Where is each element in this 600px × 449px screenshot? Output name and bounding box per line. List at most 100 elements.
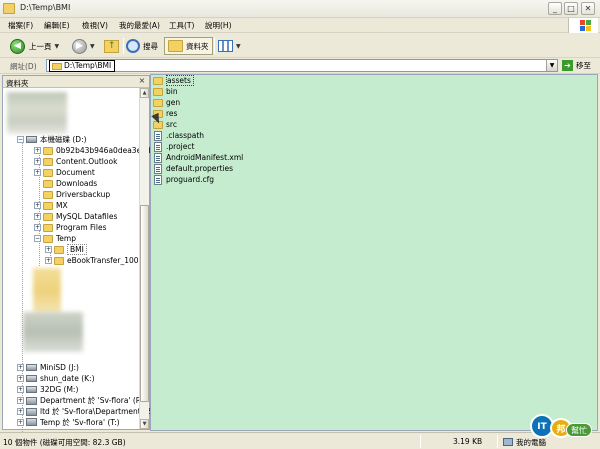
- address-text: D:\Temp\BMI: [64, 61, 112, 70]
- file-item[interactable]: default.properties: [153, 163, 233, 174]
- back-label: 上一頁: [29, 41, 52, 51]
- tree-node-drive[interactable]: + 32DG (M:): [17, 384, 78, 395]
- go-arrow-icon: ➔: [562, 60, 573, 71]
- drive-icon: [26, 375, 37, 382]
- title-bar[interactable]: D:\Temp\BMI _ □ ✕: [0, 0, 600, 18]
- expand-icon[interactable]: +: [34, 158, 41, 165]
- collapse-icon[interactable]: −: [17, 136, 24, 143]
- vertical-scrollbar[interactable]: ▲ ▼: [139, 88, 149, 429]
- network-drive-icon: [26, 418, 37, 426]
- file-item[interactable]: AndroidManifest.xml: [153, 152, 243, 163]
- tree-node-label: Document: [56, 168, 95, 177]
- tree-node-network-drive[interactable]: + ltd 於 'Sv-flora\Department' (S:): [17, 406, 158, 417]
- maximize-button[interactable]: □: [564, 2, 578, 15]
- file-item[interactable]: proguard.cfg: [153, 174, 214, 185]
- back-button[interactable]: ◀ 上一頁 ▼: [10, 37, 59, 55]
- menu-edit[interactable]: 編輯(E): [44, 20, 70, 31]
- folder-icon: [153, 98, 163, 107]
- tree-node-folder[interactable]: + Document: [34, 167, 95, 178]
- forward-button[interactable]: ▶ ▼: [72, 37, 95, 55]
- search-button[interactable]: 搜尋: [126, 37, 158, 55]
- close-button[interactable]: ✕: [581, 2, 595, 15]
- tree-node-drive[interactable]: + shun_date (K:): [17, 373, 95, 384]
- tree-node-folder[interactable]: + Content.Outlook: [34, 156, 117, 167]
- expand-icon[interactable]: +: [17, 418, 24, 426]
- expand-icon[interactable]: +: [34, 224, 41, 231]
- tree-node-label: 本機磁碟 (D:): [40, 135, 87, 144]
- tree-node-label-selected: BMI: [67, 244, 87, 255]
- expand-icon[interactable]: +: [34, 169, 41, 176]
- menu-tools[interactable]: 工具(T): [169, 20, 194, 31]
- file-item-folder[interactable]: gen: [153, 97, 180, 108]
- menu-file[interactable]: 檔案(F): [8, 20, 33, 31]
- network-drive-icon: [26, 407, 37, 416]
- search-label: 搜尋: [143, 41, 158, 51]
- computer-icon: [503, 438, 513, 446]
- tree-node-label: MX: [56, 201, 68, 210]
- folder-icon: [43, 223, 53, 232]
- tree-node-folder[interactable]: Downloads: [43, 178, 97, 189]
- chevron-down-icon[interactable]: ▼: [546, 60, 557, 71]
- folder-icon: [43, 190, 53, 199]
- expand-icon[interactable]: +: [45, 246, 52, 253]
- address-input[interactable]: D:\Temp\BMI ▼: [46, 59, 558, 72]
- tree-node-folder[interactable]: + MX: [34, 200, 68, 211]
- menu-view[interactable]: 檢視(V): [82, 20, 108, 31]
- status-bar: 10 個物件 (磁碟可用空間: 82.3 GB) 3.19 KB 我的電腦: [0, 432, 600, 449]
- folder-icon: [3, 3, 15, 14]
- folders-button[interactable]: 資料夾: [164, 37, 213, 55]
- expand-icon[interactable]: +: [17, 386, 24, 393]
- minimize-button[interactable]: _: [548, 2, 562, 15]
- tree-node-network-drive[interactable]: + Temp 於 'Sv-flora' (T:): [17, 417, 120, 427]
- scroll-up-icon[interactable]: ▲: [140, 88, 149, 98]
- chevron-down-icon[interactable]: ▼: [55, 43, 60, 50]
- tree-node-folder[interactable]: + eBookTransfer_1000: [45, 255, 143, 266]
- views-icon: [218, 40, 233, 52]
- go-label: 移至: [576, 61, 591, 70]
- folder-icon: [153, 76, 163, 85]
- tree-node-network-drive[interactable]: + Department 於 'Sv-flora' (R:): [17, 395, 146, 406]
- expand-icon[interactable]: +: [34, 202, 41, 209]
- document-icon: [154, 141, 162, 152]
- chevron-down-icon[interactable]: ▼: [236, 43, 241, 50]
- tree-node-folder-bmi[interactable]: + BMI: [45, 244, 87, 255]
- logo-help: 幫忙: [566, 423, 592, 437]
- expand-icon[interactable]: +: [17, 375, 24, 382]
- up-folder-button[interactable]: ↑: [104, 37, 119, 55]
- tree-node-folder[interactable]: + MySQL Datafiles: [34, 211, 117, 222]
- views-button[interactable]: ▼: [218, 37, 241, 55]
- file-name: res: [166, 109, 178, 118]
- expand-icon[interactable]: +: [34, 213, 41, 220]
- collapse-icon[interactable]: −: [34, 235, 41, 242]
- tree-node-folder[interactable]: + Program Files: [34, 222, 107, 233]
- tree-node-folder[interactable]: Driversbackup: [43, 189, 110, 200]
- menu-help[interactable]: 說明(H): [205, 20, 232, 31]
- expand-icon[interactable]: +: [17, 408, 24, 415]
- expand-icon[interactable]: +: [34, 147, 41, 154]
- menu-favorites[interactable]: 我的最愛(A): [119, 20, 160, 31]
- go-button[interactable]: ➔ 移至: [562, 60, 591, 71]
- file-item-folder[interactable]: assets: [153, 75, 194, 86]
- tree-node-folder-temp[interactable]: − Temp: [34, 233, 76, 244]
- drive-icon: [26, 386, 37, 393]
- chevron-down-icon[interactable]: ▼: [90, 43, 95, 50]
- expand-icon[interactable]: +: [17, 364, 24, 371]
- tree-node-drive[interactable]: + MiniSD (J:): [17, 362, 79, 373]
- drive-icon: [26, 136, 37, 143]
- close-icon[interactable]: ×: [137, 77, 147, 86]
- tree-node-drive-d[interactable]: − 本機磁碟 (D:): [17, 134, 87, 145]
- file-item[interactable]: .classpath: [153, 130, 204, 141]
- scrollbar-thumb[interactable]: [140, 205, 149, 402]
- folder-pane-title: 資料夾: [6, 79, 29, 88]
- expand-icon[interactable]: +: [17, 397, 24, 404]
- search-icon: [126, 39, 140, 53]
- blurred-tree-region: [7, 92, 67, 134]
- folder-icon: [43, 179, 53, 188]
- scroll-down-icon[interactable]: ▼: [140, 419, 149, 429]
- folder-icon: [43, 234, 53, 243]
- file-item[interactable]: .project: [153, 141, 194, 152]
- expand-icon[interactable]: +: [45, 257, 52, 264]
- folder-icon: [43, 201, 53, 210]
- file-item-folder[interactable]: bin: [153, 86, 178, 97]
- tree-node-label: Temp: [56, 234, 76, 243]
